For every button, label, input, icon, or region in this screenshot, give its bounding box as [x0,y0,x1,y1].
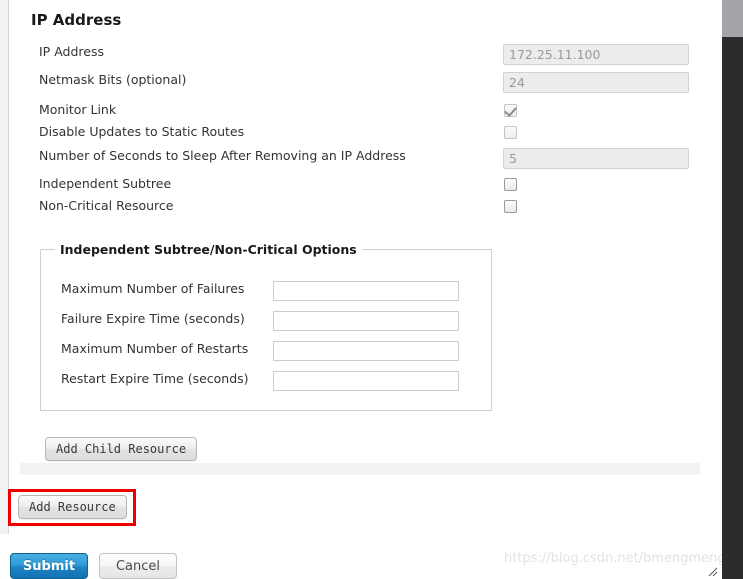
disable-updates-checkbox[interactable] [504,126,517,139]
control-ip-address [503,44,689,65]
fieldset-row-max-failures: Maximum Number of Failures [41,281,491,301]
add-resource-highlight-box: Add Resource [8,489,136,526]
fieldset-row-max-restarts: Maximum Number of Restarts [41,341,491,361]
fieldset-row-restart-expire: Restart Expire Time (seconds) [41,371,491,391]
control-sleep-seconds [503,148,689,169]
label-monitor-link: Monitor Link [39,102,117,117]
resize-grip-icon [708,567,718,577]
label-disable-updates: Disable Updates to Static Routes [39,124,245,139]
ip-address-input[interactable] [503,44,689,65]
label-ip-address: IP Address [39,44,104,59]
vertical-scrollbar-thumb[interactable] [722,0,743,37]
label-max-failures: Maximum Number of Failures [61,281,245,296]
non-critical-resource-checkbox[interactable] [504,200,517,213]
resource-container-footer-band [20,463,700,475]
label-independent-subtree: Independent Subtree [39,176,172,191]
max-failures-input[interactable] [273,281,459,301]
cancel-button[interactable]: Cancel [99,553,177,579]
page-title: IP Address [31,11,122,29]
submit-button[interactable]: Submit [10,553,88,579]
label-restart-expire-time: Restart Expire Time (seconds) [61,371,249,386]
restart-expire-time-input[interactable] [273,371,459,391]
control-disable-updates [504,124,517,140]
fieldset-row-failure-expire: Failure Expire Time (seconds) [41,311,491,331]
control-non-critical-resource [504,198,517,214]
control-independent-subtree [504,176,517,192]
label-failure-expire-time: Failure Expire Time (seconds) [61,311,245,326]
max-restarts-input[interactable] [273,341,459,361]
sleep-seconds-input[interactable] [503,148,689,169]
netmask-bits-input[interactable] [503,72,689,93]
control-netmask-bits [503,72,689,93]
resource-panel: IP Address IP Address Netmask Bits (opti… [9,0,701,462]
independent-subtree-checkbox[interactable] [504,178,517,191]
left-gutter [0,0,9,534]
watermark-text: https://blog.csdn.net/bmengmeng [504,551,726,566]
monitor-link-checkbox[interactable] [504,104,517,117]
label-sleep-seconds: Number of Seconds to Sleep After Removin… [39,148,406,163]
label-non-critical-resource: Non-Critical Resource [39,198,174,213]
add-child-resource-button[interactable]: Add Child Resource [45,437,198,461]
failure-expire-time-input[interactable] [273,311,459,331]
vertical-scrollbar-track[interactable] [722,0,743,579]
label-max-restarts: Maximum Number of Restarts [61,341,249,356]
add-resource-button[interactable]: Add Resource [18,495,127,519]
page-root: IP Address IP Address Netmask Bits (opti… [0,0,743,579]
independent-subtree-options-fieldset: Independent Subtree/Non-Critical Options… [40,242,492,411]
fieldset-legend: Independent Subtree/Non-Critical Options [55,242,362,257]
label-netmask-bits: Netmask Bits (optional) [39,72,187,87]
control-monitor-link [504,102,517,118]
